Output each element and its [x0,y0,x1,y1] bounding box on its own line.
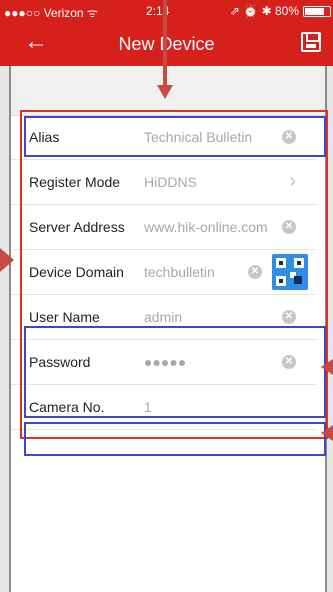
carrier-signal: ●●●○○ Verizon ᯤ [4,6,98,20]
annotation-arrow-right-camera [321,425,333,441]
annotation-arrow-stem [163,0,167,88]
annotation-arrow-head [157,85,173,99]
annotation-arrow-left [0,248,14,272]
annotation-arrow-right-credentials [321,359,333,375]
battery-icon [303,6,331,17]
save-icon[interactable] [301,32,321,52]
blue-highlight-camera [24,422,326,456]
status-indicators: ⇗ ⏰ ✱ 80% [229,4,299,18]
blue-highlight-credentials [24,326,326,418]
blue-highlight-alias [24,116,326,157]
